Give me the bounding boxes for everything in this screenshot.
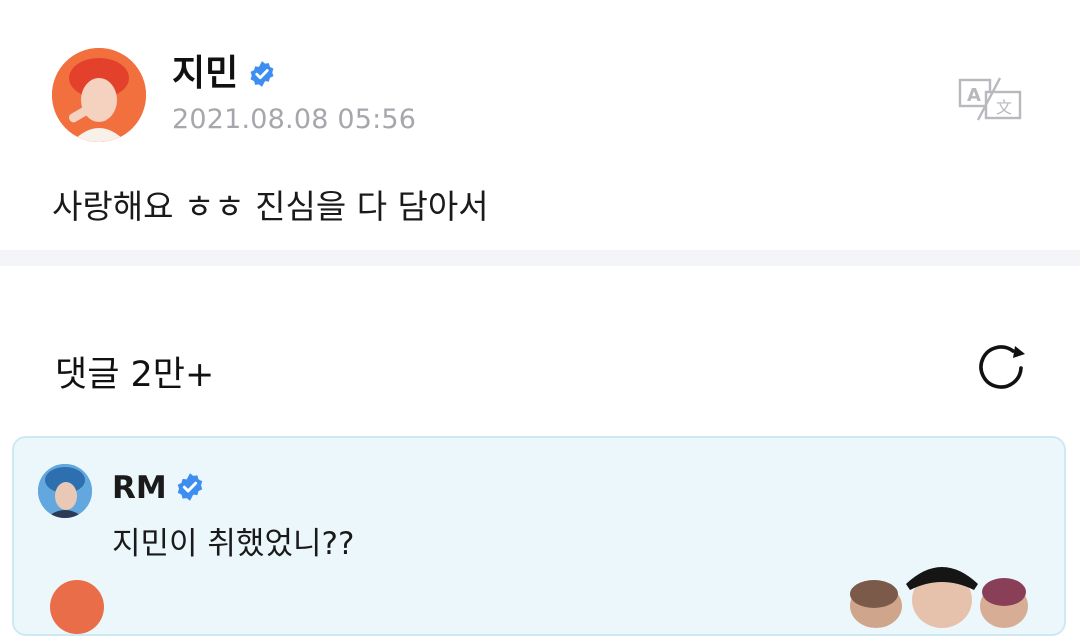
refresh-icon[interactable] (975, 342, 1031, 392)
attached-photo[interactable] (834, 550, 1054, 634)
commenter-name-text[interactable]: RM (112, 470, 167, 506)
post-body-text: 사랑해요 ㅎㅎ 진심을 다 담아서 (52, 187, 489, 226)
post-header: 지민 2021.08.08 05:56 A 文 사랑해요 ㅎㅎ 진심을 다 담아… (0, 0, 1080, 250)
commenter-name[interactable]: RM (112, 470, 205, 506)
verified-badge-icon (248, 57, 276, 87)
author-name-text[interactable]: 지민 (172, 53, 238, 94)
commenter-avatar[interactable] (38, 464, 92, 518)
pinned-comment-card[interactable]: RM 지민이 취했었니?? (12, 436, 1066, 636)
verified-badge-icon (175, 472, 205, 502)
author-name[interactable]: 지민 (172, 54, 276, 94)
author-avatar[interactable] (52, 48, 146, 142)
comments-count-title: 댓글 2만+ (55, 355, 215, 395)
comment-text: 지민이 취했었니?? (112, 526, 355, 562)
translate-icon[interactable]: A 文 (956, 76, 1024, 122)
svg-text:A: A (967, 85, 981, 106)
post-timestamp: 2021.08.08 05:56 (172, 104, 417, 135)
next-commenter-avatar[interactable] (50, 580, 104, 634)
svg-text:文: 文 (996, 98, 1012, 117)
section-divider (0, 250, 1080, 266)
